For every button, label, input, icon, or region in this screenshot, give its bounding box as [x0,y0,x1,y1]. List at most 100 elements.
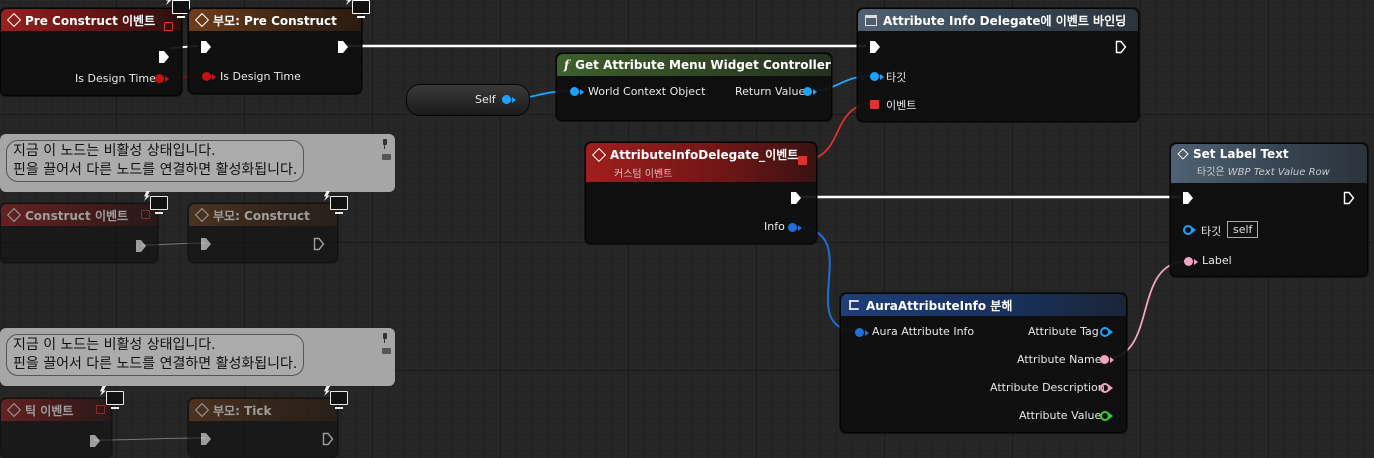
exec-output-pin[interactable] [313,237,325,251]
function-diamond-icon [194,207,210,223]
world-context-label: World Context Object [588,85,706,98]
attribute-description-label: Attribute Description [990,381,1105,394]
bind-event-node[interactable]: Attribute Info Delegate에 이벤트 바인딩 타깃 이벤트 [857,8,1139,122]
pin-comment-icon[interactable] [381,333,389,343]
parent-pre-construct-header: 부모: Pre Construct [189,9,361,31]
function-diamond-icon [194,402,210,418]
tick-event-title: 틱 이벤트 [25,403,74,418]
target-input-pin[interactable] [870,72,884,81]
struct-input-pin[interactable] [855,328,869,337]
is-design-time-input-pin[interactable] [202,72,216,81]
aura-attribute-info-label: Aura Attribute Info [872,325,975,338]
parent-construct-node[interactable]: 부모: Construct [188,203,338,263]
construct-event-header: Construct 이벤트 [1,204,157,226]
target-label: 타깃 [886,71,907,84]
break-struct-node[interactable]: AuraAttributeInfo 분해 Aura Attribute Info… [840,293,1127,433]
is-design-time-label: Is Design Time [75,72,156,85]
exec-input-pin[interactable] [869,40,881,54]
custom-event-title: AttributeInfoDelegate_이벤트 [610,148,799,162]
delegate-output-pin[interactable] [141,210,150,219]
parent-tick-header: 부모: Tick [189,399,337,421]
exec-output-pin[interactable] [337,40,349,54]
break-struct-icon [849,300,859,310]
target-self-field[interactable]: self [1227,221,1259,238]
subtitle-prefix: 타깃은 [1197,167,1225,178]
exec-output-pin[interactable] [135,239,147,253]
exec-input-pin[interactable] [1182,191,1194,205]
exec-output-pin[interactable] [158,50,170,64]
info-output-pin[interactable] [788,223,802,232]
self-node[interactable]: Self [406,84,530,116]
construct-event-node[interactable]: Construct 이벤트 [0,203,158,263]
self-output-pin[interactable] [502,95,516,104]
set-label-text-header: Set Label Text 타깃은 WBP Text Value Row [1171,144,1367,183]
is-design-time-output-pin[interactable] [155,74,169,83]
event-label: 이벤트 [886,99,917,112]
keyboard-icon [382,154,391,160]
comment-line-2: 핀을 끌어서 다른 노드를 연결하면 활성화됩니다. [13,356,298,372]
world-context-input-pin[interactable] [570,87,584,96]
exec-output-pin[interactable] [790,191,802,205]
function-diamond-icon [194,12,210,28]
exec-output-pin[interactable] [1115,40,1127,54]
editor-only-monitor-icon [144,191,168,214]
set-label-text-node[interactable]: Set Label Text 타깃은 WBP Text Value Row 타깃… [1170,143,1368,277]
custom-event-subtitle: 커스텀 이벤트 [614,169,673,180]
exec-input-pin[interactable] [200,432,212,446]
editor-only-monitor-icon [324,386,348,409]
disabled-comment-bubble: 지금 이 노드는 비활성 상태입니다. 핀을 끌어서 다른 노드를 연결하면 활성… [6,140,305,182]
function-diamond-icon [1177,148,1189,160]
editor-only-monitor-icon [324,191,348,214]
function-f-icon: f [564,58,570,72]
exec-output-pin[interactable] [1343,191,1355,205]
label-label: Label [1202,254,1232,267]
event-diamond-icon [6,402,22,418]
tick-event-node[interactable]: 틱 이벤트 [0,398,112,458]
attribute-value-label: Attribute Value [1019,409,1102,422]
parent-tick-title: 부모: Tick [213,403,272,418]
exec-output-pin[interactable] [89,434,101,448]
delegate-output-pin[interactable] [96,405,105,414]
return-value-output-pin[interactable] [803,87,817,96]
parent-construct-title: 부모: Construct [213,208,310,223]
editor-only-monitor-icon [346,0,370,18]
parent-pre-construct-title: 부모: Pre Construct [213,13,337,28]
parent-construct-header: 부모: Construct [189,204,337,226]
event-diamond-icon [591,147,607,162]
break-struct-header: AuraAttributeInfo 분해 [841,294,1126,316]
target-input-pin[interactable] [1183,225,1196,235]
attribute-value-output-pin[interactable] [1100,411,1113,421]
delegate-output-pin[interactable] [164,22,173,31]
keyboard-icon [382,348,391,354]
bind-event-header: Attribute Info Delegate에 이벤트 바인딩 [858,9,1138,31]
parent-tick-node[interactable]: 부모: Tick [188,398,338,458]
bind-event-title: Attribute Info Delegate에 이벤트 바인딩 [883,13,1127,28]
comment-line-1: 지금 이 노드는 비활성 상태입니다. [13,143,216,159]
tick-event-header: 틱 이벤트 [1,399,111,421]
custom-event-node[interactable]: AttributeInfoDelegate_이벤트 커스텀 이벤트 Info [585,142,817,244]
get-controller-node[interactable]: f Get Attribute Menu Widget Controller Wo… [556,53,832,121]
label-input-pin[interactable] [1184,257,1198,266]
is-design-time-label: Is Design Time [220,70,301,83]
disabled-comment-2: 지금 이 노드는 비활성 상태입니다. 핀을 끌어서 다른 노드를 연결하면 활성… [0,328,395,386]
event-diamond-icon [6,12,22,28]
comment-line-2: 핀을 끌어서 다른 노드를 연결하면 활성화됩니다. [13,162,298,178]
pre-construct-event-node[interactable]: Pre Construct 이벤트 Is Design Time [0,8,182,96]
exec-input-pin[interactable] [200,40,212,54]
exec-output-pin[interactable] [322,432,334,446]
exec-input-pin[interactable] [200,237,212,251]
event-input-pin[interactable] [870,100,879,109]
delegate-output-pin[interactable] [798,156,807,165]
event-diamond-icon [6,207,22,223]
attribute-name-output-pin[interactable] [1100,355,1114,364]
subtitle-class: WBP Text Value Row [1227,167,1330,178]
self-label: Self [475,93,496,106]
set-label-text-title: Set Label Text [1193,147,1289,161]
info-label: Info [764,220,785,233]
attribute-tag-output-pin[interactable] [1100,327,1113,337]
parent-pre-construct-node[interactable]: 부모: Pre Construct Is Design Time [188,8,362,94]
pin-comment-icon[interactable] [381,139,389,149]
attribute-description-output-pin[interactable] [1100,383,1113,393]
disabled-comment-bubble: 지금 이 노드는 비활성 상태입니다. 핀을 끌어서 다른 노드를 연결하면 활성… [6,334,305,376]
return-value-label: Return Value [735,85,806,98]
